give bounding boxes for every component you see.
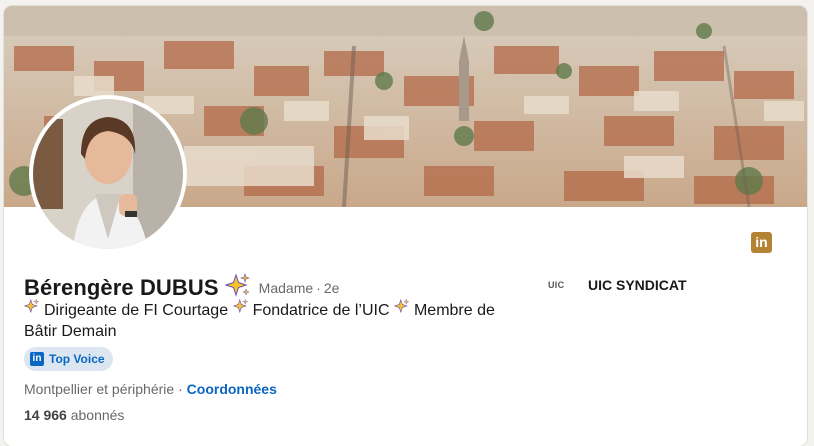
followers-count[interactable]: 14 966 abonnés: [24, 407, 124, 423]
profile-photo: [33, 99, 183, 249]
top-voice-label: Top Voice: [49, 352, 105, 366]
company-name: UIC SYNDICAT: [588, 277, 687, 293]
profile-card: in: [4, 6, 807, 446]
profile-avatar[interactable]: [29, 95, 187, 253]
followers-number: 14 966: [24, 407, 67, 423]
connection-degree: 2e: [323, 279, 340, 296]
company-logo-icon: UIC: [548, 280, 565, 290]
linkedin-badge-icon[interactable]: in: [751, 232, 772, 253]
sparkles-icon: [23, 298, 40, 320]
pronouns: Madame: [258, 279, 314, 296]
current-company[interactable]: UIC UIC SYNDICAT: [548, 277, 687, 293]
followers-label: abonnés: [70, 407, 125, 423]
headline-part-2: Fondatrice de l’UIC: [252, 302, 390, 320]
headline-part-1: Dirigeante de FI Courtage: [44, 302, 229, 320]
location: Montpellier et périphérie: [24, 381, 175, 397]
sparkles-icon: [393, 298, 410, 320]
linkedin-icon: in: [30, 352, 44, 366]
top-voice-badge[interactable]: in Top Voice: [24, 347, 113, 371]
profile-name: Bérengère DUBUS: [24, 274, 219, 300]
degree-separator: ·: [316, 279, 321, 296]
name-row: Bérengère DUBUS Madame · 2e: [24, 272, 339, 303]
location-row: Montpellier et périphérie · Coordonnées: [24, 381, 277, 397]
location-separator: ·: [178, 381, 183, 397]
contact-info-link[interactable]: Coordonnées: [187, 381, 277, 397]
profile-headline: Dirigeante de FI Courtage Fondatrice de …: [23, 298, 524, 342]
sparkles-icon: [232, 298, 249, 320]
